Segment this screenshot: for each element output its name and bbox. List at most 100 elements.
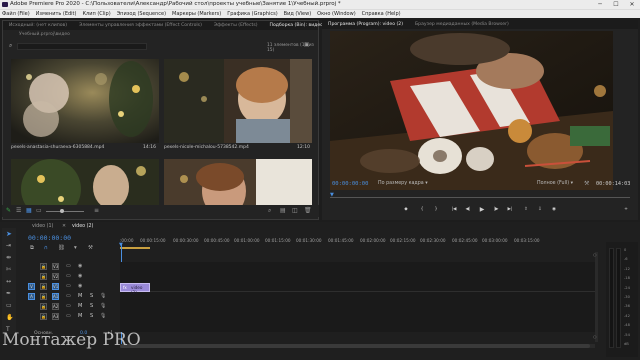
go-to-in-icon[interactable]: |◀ — [450, 206, 458, 213]
quality-select[interactable]: Полное (Full) ▾ — [537, 181, 573, 186]
source-patch-v1[interactable]: V — [28, 283, 35, 290]
bin-item[interactable] — [11, 59, 159, 143]
extract-icon[interactable]: ⇩ — [536, 206, 544, 213]
zoom-slider[interactable] — [46, 211, 84, 212]
menu-sequence[interactable]: Эпизод (Sequence) — [117, 11, 166, 17]
track-select-icon[interactable]: ⇥ — [6, 242, 11, 249]
track-label-a1[interactable]: A1 — [52, 293, 59, 300]
track-label-a3[interactable]: A3 — [52, 313, 59, 320]
microphone-icon[interactable]: 🎙 — [100, 303, 106, 309]
lock-icon[interactable]: 🔒 — [40, 313, 47, 320]
program-video-frame[interactable] — [330, 31, 613, 190]
solo-button[interactable]: S — [90, 313, 93, 319]
source-patch-a1[interactable]: A — [28, 293, 35, 300]
track-label-v3[interactable]: V3 — [52, 263, 59, 270]
track-label-v1[interactable]: V1 — [52, 283, 59, 290]
scrollbar-thumb[interactable] — [120, 344, 590, 348]
step-back-icon[interactable]: ◀| — [464, 206, 472, 213]
tab-source[interactable]: Исходный: (нет клипов) — [3, 21, 73, 30]
scroll-handle-icon[interactable]: ○ — [593, 252, 597, 257]
maximize-button[interactable]: ☐ — [608, 0, 624, 9]
trash-icon[interactable]: 🗑 — [304, 207, 312, 214]
program-timecode[interactable]: 00:00:00:00 — [332, 181, 368, 187]
lock-icon[interactable]: 🔒 — [40, 303, 47, 310]
rectangle-icon[interactable]: ▭ — [6, 302, 12, 309]
lock-icon[interactable]: 🔒 — [40, 263, 47, 270]
tab-effect-controls[interactable]: Элементы управления эффектами (Effect Co… — [73, 21, 208, 30]
add-button-icon[interactable]: + — [622, 206, 630, 213]
sync-icon[interactable]: ▭ — [66, 273, 71, 279]
sync-icon[interactable]: ▭ — [66, 303, 71, 309]
sync-icon[interactable]: ▭ — [66, 293, 71, 299]
solo-button[interactable]: S — [90, 293, 93, 299]
play-icon[interactable]: ▶ — [478, 206, 486, 213]
horizontal-scrollbar[interactable] — [120, 344, 595, 348]
tab-bin-video[interactable]: Подборка (Bin): видео — [264, 21, 330, 30]
slip-icon[interactable]: ↔ — [6, 278, 11, 285]
menu-edit[interactable]: Изменить (Edit) — [36, 11, 77, 17]
microphone-icon[interactable]: 🎙 — [100, 313, 106, 319]
tab-video-1[interactable]: video (1) — [32, 224, 53, 229]
search-bin-icon[interactable]: ⌕ — [268, 207, 271, 215]
menu-clip[interactable]: Клип (Clip) — [82, 11, 110, 17]
eye-icon[interactable]: ◉ — [78, 273, 82, 279]
lock-icon[interactable]: 🔒 — [40, 293, 47, 300]
vertical-scrollbar[interactable] — [595, 252, 598, 342]
close-button[interactable]: ✕ — [624, 0, 640, 9]
bin-search-input[interactable] — [17, 43, 147, 50]
program-scrubber[interactable]: ▼ — [330, 192, 630, 198]
snap-icon[interactable]: ∩ — [44, 245, 48, 251]
eye-icon[interactable]: ◉ — [78, 283, 82, 289]
microphone-icon[interactable]: 🎙 — [100, 293, 106, 299]
mark-out-icon[interactable]: } — [432, 206, 440, 213]
mute-button[interactable]: M — [78, 303, 82, 309]
step-forward-icon[interactable]: |▶ — [492, 206, 500, 213]
mark-in-icon[interactable]: { — [418, 206, 426, 213]
track-label-v2[interactable]: V2 — [52, 273, 59, 280]
pencil-icon[interactable]: ✎ — [6, 207, 11, 214]
add-marker-icon[interactable]: ▾ — [74, 245, 77, 251]
hand-icon[interactable]: ✋ — [6, 314, 13, 321]
linked-selection-icon[interactable]: ⛓ — [58, 245, 65, 251]
nest-icon[interactable]: ⧉ — [30, 245, 34, 252]
track-label-a2[interactable]: A2 — [52, 303, 59, 310]
settings-wrench-icon[interactable]: ⚒ — [584, 180, 589, 187]
menu-file[interactable]: Файл (File) — [2, 11, 30, 17]
sort-icon[interactable]: ≡ — [94, 207, 99, 214]
close-icon[interactable]: ✕ — [62, 224, 66, 229]
wrench-icon[interactable]: ⚒ — [88, 245, 93, 251]
mute-button[interactable]: M — [78, 293, 82, 299]
mute-button[interactable]: M — [78, 313, 82, 319]
timeline-timecode[interactable]: 00:00:00:00 — [28, 234, 71, 242]
new-item-icon[interactable]: ◫ — [292, 207, 298, 214]
export-frame-icon[interactable]: ◉ — [550, 206, 558, 213]
pen-icon[interactable]: ✒ — [6, 290, 11, 297]
menu-window[interactable]: Окно (Window) — [317, 11, 356, 17]
menu-view[interactable]: Вид (View) — [284, 11, 312, 17]
scroll-handle-icon[interactable]: ○ — [593, 334, 597, 339]
solo-button[interactable]: S — [90, 303, 93, 309]
selection-tool-icon[interactable]: ➤ — [6, 230, 12, 238]
list-view-icon[interactable]: ☰ — [16, 207, 21, 214]
zoom-slider-handle[interactable] — [60, 209, 64, 213]
tab-effects[interactable]: Эффекты (Effects) — [208, 21, 264, 30]
menu-help[interactable]: Справка (Help) — [362, 11, 401, 17]
video-clip[interactable]: video (2) fx — [120, 283, 150, 295]
time-ruler[interactable]: :00:00 00:00:15:00 00:00:30:00 00:00:45:… — [120, 238, 600, 250]
playhead-icon[interactable]: ▼ — [119, 242, 123, 248]
new-bin-folder-icon[interactable]: ▤ — [280, 207, 286, 214]
razor-icon[interactable]: ✄ — [6, 266, 11, 273]
track-lanes[interactable]: video (2) fx — [120, 262, 595, 332]
work-area-bar[interactable] — [120, 247, 150, 249]
sync-icon[interactable]: ▭ — [66, 263, 71, 269]
tab-video-2[interactable]: video (2) — [72, 224, 93, 229]
add-marker-icon[interactable]: ◆ — [402, 206, 410, 213]
sync-icon[interactable]: ▭ — [66, 283, 71, 289]
fit-select[interactable]: По размеру кадра ▾ — [378, 181, 428, 186]
lock-icon[interactable]: 🔒 — [40, 283, 47, 290]
eye-icon[interactable]: ◉ — [78, 263, 82, 269]
sync-icon[interactable]: ▭ — [66, 313, 71, 319]
new-bin-icon[interactable]: ▣ — [304, 42, 309, 48]
go-to-out-icon[interactable]: ▶| — [506, 206, 514, 213]
menu-graphics[interactable]: Графика (Graphics) — [227, 11, 277, 17]
